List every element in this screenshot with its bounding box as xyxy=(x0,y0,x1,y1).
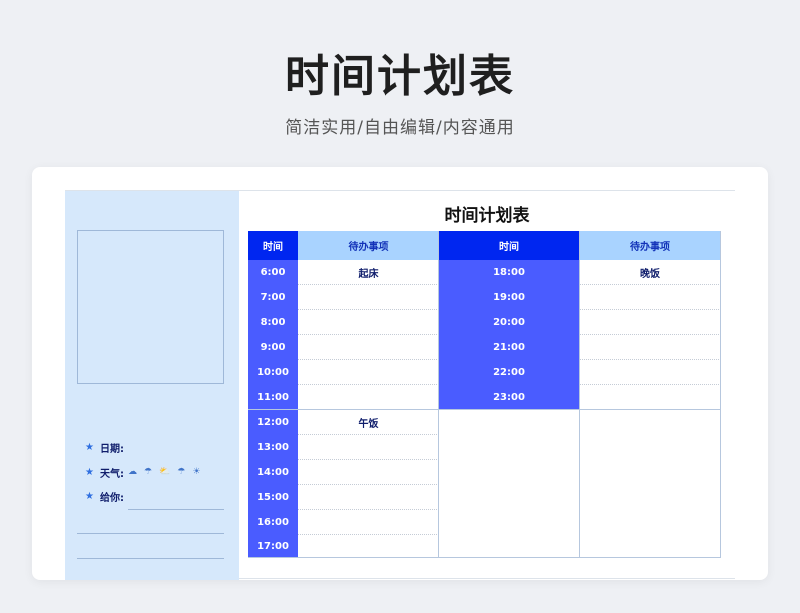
task-cell[interactable] xyxy=(579,385,721,410)
time-cell[interactable]: 16:00 xyxy=(248,510,298,535)
task-cell[interactable] xyxy=(298,285,439,310)
time-cell[interactable]: 9:00 xyxy=(248,335,298,360)
time-cell[interactable]: 12:00 xyxy=(248,410,298,435)
time-cell[interactable]: 8:00 xyxy=(248,310,298,335)
right-time-column: 时间 18:00 19:00 20:00 21:00 22:00 23:00 xyxy=(439,231,579,558)
page-subtitle: 简洁实用/自由编辑/内容通用 xyxy=(285,118,515,138)
star-icon: ★ xyxy=(85,490,94,502)
task-cell[interactable]: 起床 xyxy=(298,260,439,285)
task-cell[interactable] xyxy=(298,485,439,510)
note-line xyxy=(77,558,224,559)
star-icon: ★ xyxy=(85,466,94,478)
time-header: 时间 xyxy=(439,231,579,260)
time-cell[interactable]: 7:00 xyxy=(248,285,298,310)
rain-icon[interactable]: ☂ xyxy=(144,467,152,477)
time-cell[interactable]: 6:00 xyxy=(248,260,298,285)
time-cell[interactable]: 11:00 xyxy=(248,385,298,410)
task-cell[interactable] xyxy=(298,460,439,485)
task-cell[interactable] xyxy=(298,385,439,410)
time-cell[interactable]: 10:00 xyxy=(248,360,298,385)
task-header: 待办事项 xyxy=(579,231,721,260)
note-line xyxy=(77,533,224,534)
time-cell[interactable]: 19:00 xyxy=(439,285,579,310)
date-row[interactable]: ★ 日期: xyxy=(85,439,124,455)
grid-line xyxy=(720,231,721,558)
task-cell[interactable] xyxy=(579,335,721,360)
time-cell[interactable]: 17:00 xyxy=(248,535,298,558)
to-you-underline xyxy=(128,509,224,510)
date-label: 日期: xyxy=(99,443,124,455)
time-cell[interactable]: 14:00 xyxy=(248,460,298,485)
task-cell[interactable]: 晚饭 xyxy=(579,260,721,285)
left-task-column: 待办事项 起床 午饭 xyxy=(298,231,439,558)
grid-line xyxy=(248,557,721,558)
to-you-label: 给你: xyxy=(99,492,124,504)
task-cell[interactable] xyxy=(298,435,439,460)
grid-line xyxy=(579,231,580,558)
to-you-row[interactable]: ★ 给你: xyxy=(85,488,124,504)
schedule-sheet: ★ 日期: ★ 天气: ☁ ☂ ⛅ ☂ ☀ ★ 给你: 时间计划表 时间 6:0… xyxy=(65,190,735,580)
task-cell[interactable] xyxy=(298,310,439,335)
time-cell[interactable]: 22:00 xyxy=(439,360,579,385)
weather-icons: ☁ ☂ ⛅ ☂ ☀ xyxy=(128,467,200,477)
weather-row[interactable]: ★ 天气: ☁ ☂ ⛅ ☂ ☀ xyxy=(85,464,200,480)
task-cell[interactable] xyxy=(298,360,439,385)
photo-placeholder[interactable] xyxy=(77,230,224,384)
task-cell[interactable] xyxy=(298,510,439,535)
task-cell[interactable] xyxy=(579,285,721,310)
left-time-column: 时间 6:00 7:00 8:00 9:00 10:00 11:00 12:00… xyxy=(248,231,298,558)
right-task-column: 待办事项 晚饭 xyxy=(579,231,721,558)
grid-line xyxy=(248,409,721,410)
task-cell[interactable] xyxy=(298,335,439,360)
task-cell[interactable] xyxy=(298,535,439,558)
task-cell[interactable] xyxy=(579,360,721,385)
star-icon: ★ xyxy=(85,441,94,453)
grid-line xyxy=(438,231,439,558)
time-cell[interactable]: 21:00 xyxy=(439,335,579,360)
cloud-icon[interactable]: ☁ xyxy=(128,467,137,477)
weather-label: 天气: xyxy=(99,468,124,480)
page-title: 时间计划表 xyxy=(285,51,515,102)
time-cell[interactable]: 23:00 xyxy=(439,385,579,410)
task-cell[interactable] xyxy=(579,310,721,335)
time-cell[interactable]: 13:00 xyxy=(248,435,298,460)
time-header: 时间 xyxy=(248,231,298,260)
sidebar-panel: ★ 日期: ★ 天气: ☁ ☂ ⛅ ☂ ☀ ★ 给你: xyxy=(65,191,239,580)
sheet-title: 时间计划表 xyxy=(444,206,530,226)
task-header: 待办事项 xyxy=(298,231,439,260)
sun-icon[interactable]: ☀ xyxy=(192,467,200,477)
schedule-table: 时间 6:00 7:00 8:00 9:00 10:00 11:00 12:00… xyxy=(248,231,721,558)
task-cell[interactable]: 午饭 xyxy=(298,410,439,435)
rain-icon[interactable]: ☂ xyxy=(177,467,185,477)
cloud-sun-icon[interactable]: ⛅ xyxy=(159,467,170,477)
time-cell[interactable]: 18:00 xyxy=(439,260,579,285)
time-cell[interactable]: 15:00 xyxy=(248,485,298,510)
time-cell[interactable]: 20:00 xyxy=(439,310,579,335)
